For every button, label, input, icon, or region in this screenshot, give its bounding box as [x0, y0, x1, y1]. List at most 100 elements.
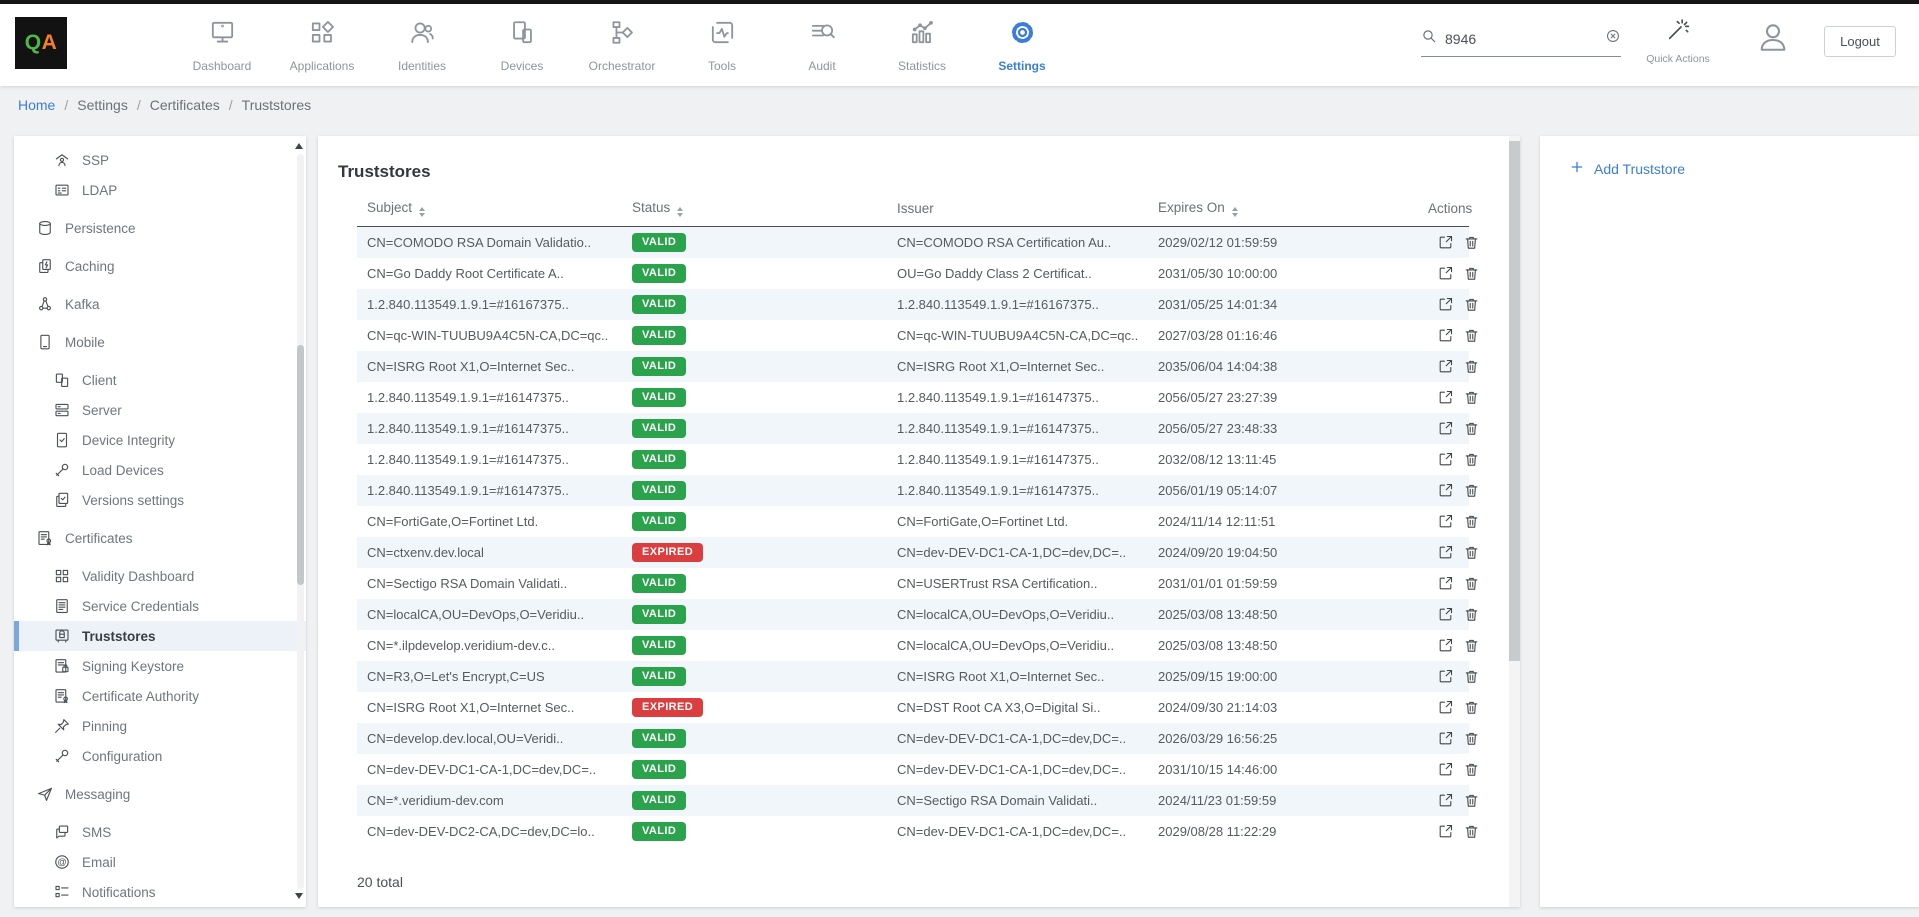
breadcrumb-item-home[interactable]: Home: [18, 97, 55, 113]
open-truststore-button[interactable]: [1437, 730, 1454, 747]
delete-truststore-button[interactable]: [1463, 513, 1480, 530]
sidebar-item-signing-keystore[interactable]: Signing Keystore: [14, 651, 306, 681]
sidebar-item-email[interactable]: @Email: [14, 847, 306, 877]
sidebar-item-client[interactable]: Client: [14, 365, 306, 395]
device-integrity-icon: [53, 431, 71, 449]
truststores-panel: Truststores SubjectStatusIssuerExpires O…: [318, 136, 1520, 907]
sidebar-item-validity-dashboard[interactable]: Validity Dashboard: [14, 561, 306, 591]
user-avatar-icon[interactable]: [1755, 19, 1791, 55]
sidebar-item-load-devices[interactable]: Load Devices: [14, 455, 306, 485]
delete-truststore-button[interactable]: [1463, 606, 1480, 623]
delete-truststore-button[interactable]: [1463, 699, 1480, 716]
delete-truststore-button[interactable]: [1463, 327, 1480, 344]
open-truststore-button[interactable]: [1437, 327, 1454, 344]
delete-truststore-button[interactable]: [1463, 575, 1480, 592]
open-truststore-button[interactable]: [1437, 358, 1454, 375]
delete-truststore-button[interactable]: [1463, 792, 1480, 809]
delete-truststore-button[interactable]: [1463, 420, 1480, 437]
table-row: CN=dev-DEV-DC1-CA-1,DC=dev,DC=..VALIDCN=…: [357, 754, 1469, 785]
nav-item-audit[interactable]: Audit: [772, 4, 872, 86]
sidebar-item-label: Device Integrity: [82, 433, 175, 448]
sidebar-item-configuration[interactable]: Configuration: [14, 741, 306, 771]
delete-truststore-button[interactable]: [1463, 668, 1480, 685]
open-truststore-button[interactable]: [1437, 234, 1454, 251]
search-input[interactable]: [1445, 31, 1597, 47]
delete-truststore-button[interactable]: [1463, 451, 1480, 468]
delete-truststore-button[interactable]: [1463, 730, 1480, 747]
subject-cell: 1.2.840.113549.1.9.1=#16147375..: [357, 444, 622, 475]
sidebar-item-certificate-authority[interactable]: Certificate Authority: [14, 681, 306, 711]
open-truststore-button[interactable]: [1437, 699, 1454, 716]
sidebar-item-versions-settings[interactable]: Versions settings: [14, 485, 306, 515]
sidebar-item-truststores[interactable]: Truststores: [14, 621, 306, 651]
sidebar-item-ssp[interactable]: SSP: [14, 145, 306, 175]
delete-truststore-button[interactable]: [1463, 637, 1480, 654]
sidebar-item-pinning[interactable]: Pinning: [14, 711, 306, 741]
open-truststore-button[interactable]: [1437, 451, 1454, 468]
open-truststore-button[interactable]: [1437, 296, 1454, 313]
nav-item-dashboard[interactable]: Dashboard: [172, 4, 272, 86]
sidebar-item-device-integrity[interactable]: Device Integrity: [14, 425, 306, 455]
open-truststore-button[interactable]: [1437, 668, 1454, 685]
open-truststore-button[interactable]: [1437, 482, 1454, 499]
clear-search-icon[interactable]: [1605, 28, 1621, 49]
open-truststore-button[interactable]: [1437, 420, 1454, 437]
delete-truststore-button[interactable]: [1463, 482, 1480, 499]
actions-cell: [1418, 537, 1469, 568]
column-header-expires-on[interactable]: Expires On: [1148, 192, 1418, 227]
svg-text:@: @: [57, 857, 67, 867]
open-truststore-button[interactable]: [1437, 761, 1454, 778]
delete-truststore-button[interactable]: [1463, 234, 1480, 251]
issuer-cell: CN=FortiGate,O=Fortinet Ltd.: [887, 506, 1148, 537]
logout-button[interactable]: Logout: [1824, 26, 1896, 57]
quick-actions-button[interactable]: Quick Actions: [1641, 17, 1715, 65]
open-truststore-button[interactable]: [1437, 823, 1454, 840]
sidebar-item-sms[interactable]: SMS: [14, 817, 306, 847]
sidebar-item-server[interactable]: Server: [14, 395, 306, 425]
column-header-status[interactable]: Status: [622, 192, 887, 227]
delete-truststore-button[interactable]: [1463, 296, 1480, 313]
table-scrollbar-thumb[interactable]: [1509, 141, 1520, 661]
open-truststore-button[interactable]: [1437, 544, 1454, 561]
delete-truststore-button[interactable]: [1463, 265, 1480, 282]
nav-item-statistics[interactable]: Statistics: [872, 4, 972, 86]
open-truststore-button[interactable]: [1437, 606, 1454, 623]
sidebar-item-mobile[interactable]: Mobile: [14, 327, 306, 357]
open-truststore-button[interactable]: [1437, 575, 1454, 592]
open-truststore-button[interactable]: [1437, 389, 1454, 406]
breadcrumb-item-certificates[interactable]: Certificates: [150, 97, 220, 113]
add-truststore-button[interactable]: Add Truststore: [1570, 160, 1685, 177]
delete-truststore-button[interactable]: [1463, 761, 1480, 778]
open-truststore-button[interactable]: [1437, 265, 1454, 282]
app-logo[interactable]: QA: [15, 17, 67, 69]
sidebar-item-label: SMS: [82, 825, 111, 840]
sidebar-item-ldap[interactable]: LDAP: [14, 175, 306, 205]
delete-truststore-button[interactable]: [1463, 544, 1480, 561]
nav-item-identities[interactable]: Identities: [372, 4, 472, 86]
open-truststore-button[interactable]: [1437, 637, 1454, 654]
sidebar-item-certificates[interactable]: Certificates: [14, 523, 306, 553]
column-header-subject[interactable]: Subject: [357, 192, 622, 227]
nav-item-applications[interactable]: Applications: [272, 4, 372, 86]
nav-item-orchestrator[interactable]: Orchestrator: [572, 4, 672, 86]
nav-item-tools[interactable]: Tools: [672, 4, 772, 86]
delete-truststore-button[interactable]: [1463, 358, 1480, 375]
nav-item-devices[interactable]: Devices: [472, 4, 572, 86]
breadcrumb-item-settings[interactable]: Settings: [77, 97, 128, 113]
wrench-icon: [53, 461, 71, 479]
delete-truststore-button[interactable]: [1463, 823, 1480, 840]
sidebar-item-label: SSP: [82, 153, 109, 168]
sidebar-item-messaging[interactable]: Messaging: [14, 779, 306, 809]
nav-item-settings[interactable]: Settings: [972, 4, 1072, 86]
sidebar-item-caching[interactable]: Caching: [14, 251, 306, 281]
sidebar-scroll-up-icon[interactable]: [295, 143, 303, 149]
sidebar-item-persistence[interactable]: Persistence: [14, 213, 306, 243]
sidebar-scrollbar-thumb[interactable]: [297, 345, 304, 585]
delete-truststore-button[interactable]: [1463, 389, 1480, 406]
open-truststore-button[interactable]: [1437, 792, 1454, 809]
open-truststore-button[interactable]: [1437, 513, 1454, 530]
sidebar-scroll-down-icon[interactable]: [295, 893, 303, 899]
sidebar-item-kafka[interactable]: Kafka: [14, 289, 306, 319]
sidebar-item-service-credentials[interactable]: Service Credentials: [14, 591, 306, 621]
sidebar-item-notifications[interactable]: Notifications: [14, 877, 306, 907]
